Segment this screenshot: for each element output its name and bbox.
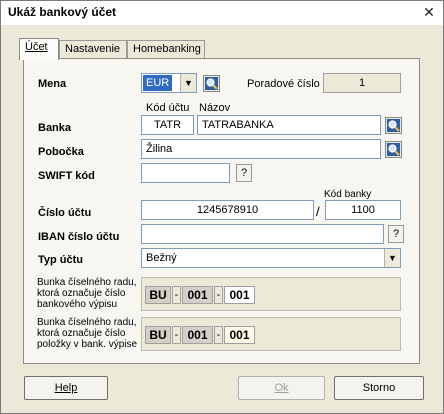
group2-label: Bunka číselného radu, ktorá označuje čís… — [37, 317, 138, 350]
series-suffix-field[interactable]: 001 — [224, 286, 255, 304]
tab-ucet[interactable]: Účet — [19, 38, 59, 60]
dialog-window: Ukáž bankový účet ✕ Účet Nastavenie Home… — [0, 0, 444, 414]
pobocka-label: Pobočka — [38, 146, 84, 158]
cislo-uctu-label: Číslo účtu — [38, 207, 92, 219]
poradove-field: 1 — [323, 73, 401, 93]
group1-number-series: BU - 001 - 001 — [141, 277, 401, 311]
ok-button[interactable]: Ok — [238, 376, 325, 400]
tab-label: Účet — [25, 41, 48, 53]
iban-label: IBAN číslo účtu — [38, 231, 120, 243]
banka-label: Banka — [38, 122, 72, 134]
series-suffix-field[interactable]: 001 — [224, 326, 255, 344]
series-separator: - — [214, 326, 223, 344]
mena-label: Mena — [38, 78, 67, 90]
chevron-down-icon[interactable]: ▼ — [384, 249, 400, 267]
iban-help-button[interactable]: ? — [388, 225, 404, 243]
window-title: Ukáž bankový účet — [8, 5, 117, 19]
ok-button-label: Ok — [274, 382, 289, 394]
kod-banky-caption: Kód banky — [324, 189, 372, 200]
storno-button[interactable]: Storno — [334, 376, 424, 400]
storno-button-label: Storno — [362, 382, 396, 394]
mena-value: EUR — [143, 75, 173, 91]
tab-label: Nastavenie — [65, 43, 121, 55]
title-bar: Ukáž bankový účet ✕ — [1, 1, 443, 25]
pobocka-field[interactable]: Žilina — [141, 139, 381, 159]
close-icon[interactable]: ✕ — [419, 3, 439, 21]
typ-uctu-label: Typ účtu — [38, 254, 84, 266]
series-separator: - — [214, 286, 223, 304]
group2-number-series: BU - 001 - 001 — [141, 317, 401, 351]
typ-uctu-value: Bežný — [146, 252, 177, 264]
series-mid-field[interactable]: 001 — [182, 326, 213, 344]
kod-banky-field[interactable]: 1100 — [325, 200, 401, 220]
poradove-label: Poradové číslo — [247, 78, 320, 90]
magnifier-icon[interactable] — [203, 75, 220, 92]
series-prefix-field[interactable]: BU — [145, 326, 171, 344]
help-button-label: Help — [54, 382, 78, 394]
banka-name-field[interactable]: TATRABANKA — [197, 115, 381, 135]
tab-homebanking[interactable]: Homebanking — [127, 40, 205, 59]
series-mid-field[interactable]: 001 — [182, 286, 213, 304]
series-prefix-field[interactable]: BU — [145, 286, 171, 304]
chevron-down-icon[interactable]: ▼ — [180, 74, 196, 92]
help-button[interactable]: Help — [24, 376, 108, 400]
magnifier-icon[interactable] — [385, 141, 402, 158]
nazov-caption: Názov — [199, 102, 231, 114]
series-separator: - — [172, 326, 181, 344]
mena-select[interactable]: EUR ▼ — [141, 73, 197, 93]
magnifier-icon[interactable] — [385, 117, 402, 134]
banka-code-field[interactable]: TATR — [141, 115, 194, 135]
swift-help-button[interactable]: ? — [236, 164, 252, 182]
series-separator: - — [172, 286, 181, 304]
swift-label: SWIFT kód — [38, 170, 95, 182]
cislo-uctu-field[interactable]: 1245678910 — [141, 200, 314, 220]
swift-field[interactable] — [141, 163, 230, 183]
account-slash: / — [316, 204, 320, 219]
kod-uctu-caption: Kód účtu — [146, 102, 190, 114]
iban-field[interactable] — [141, 224, 384, 244]
typ-uctu-select[interactable]: Bežný ▼ — [141, 248, 401, 268]
tab-label: Homebanking — [133, 43, 201, 55]
tab-nastavenie[interactable]: Nastavenie — [59, 40, 127, 59]
group1-label: Bunka číselného radu, ktorá označuje čís… — [37, 277, 137, 310]
